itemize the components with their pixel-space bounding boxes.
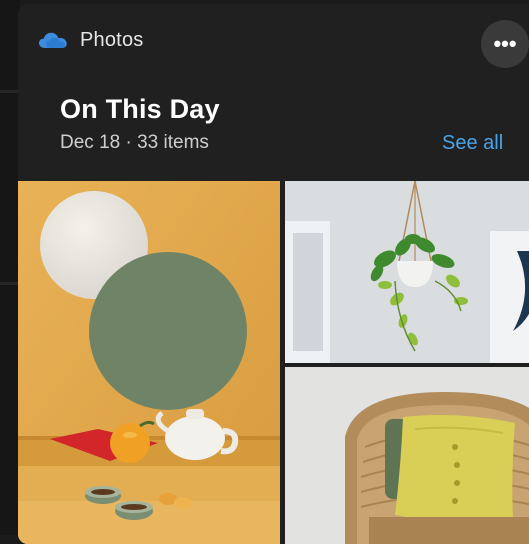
photos-widget-card[interactable]: Photos ••• On This Day Dec 18 · 33 items… [18, 4, 529, 544]
more-options-button[interactable]: ••• [481, 20, 529, 68]
background-divider [0, 90, 20, 93]
widget-header: Photos ••• On This Day Dec 18 · 33 items… [18, 4, 529, 180]
onedrive-cloud-icon [39, 32, 67, 48]
widget-subtitle: Dec 18 · 33 items [60, 132, 209, 153]
app-name: Photos [80, 28, 144, 51]
app-identity: Photos [38, 26, 143, 54]
hanging-plant-photo [285, 181, 529, 363]
photo-tile-hanging-plant[interactable] [285, 181, 529, 363]
photo-tile-rattan-chair[interactable] [285, 367, 529, 544]
photo-tile-tea-set[interactable] [18, 181, 280, 544]
rattan-chair-photo [285, 367, 529, 544]
see-all-link[interactable]: See all [442, 132, 503, 155]
background-panel [0, 0, 20, 535]
tea-set-photo [18, 181, 280, 544]
background-divider [0, 282, 20, 285]
widget-title: On This Day [60, 94, 220, 124]
